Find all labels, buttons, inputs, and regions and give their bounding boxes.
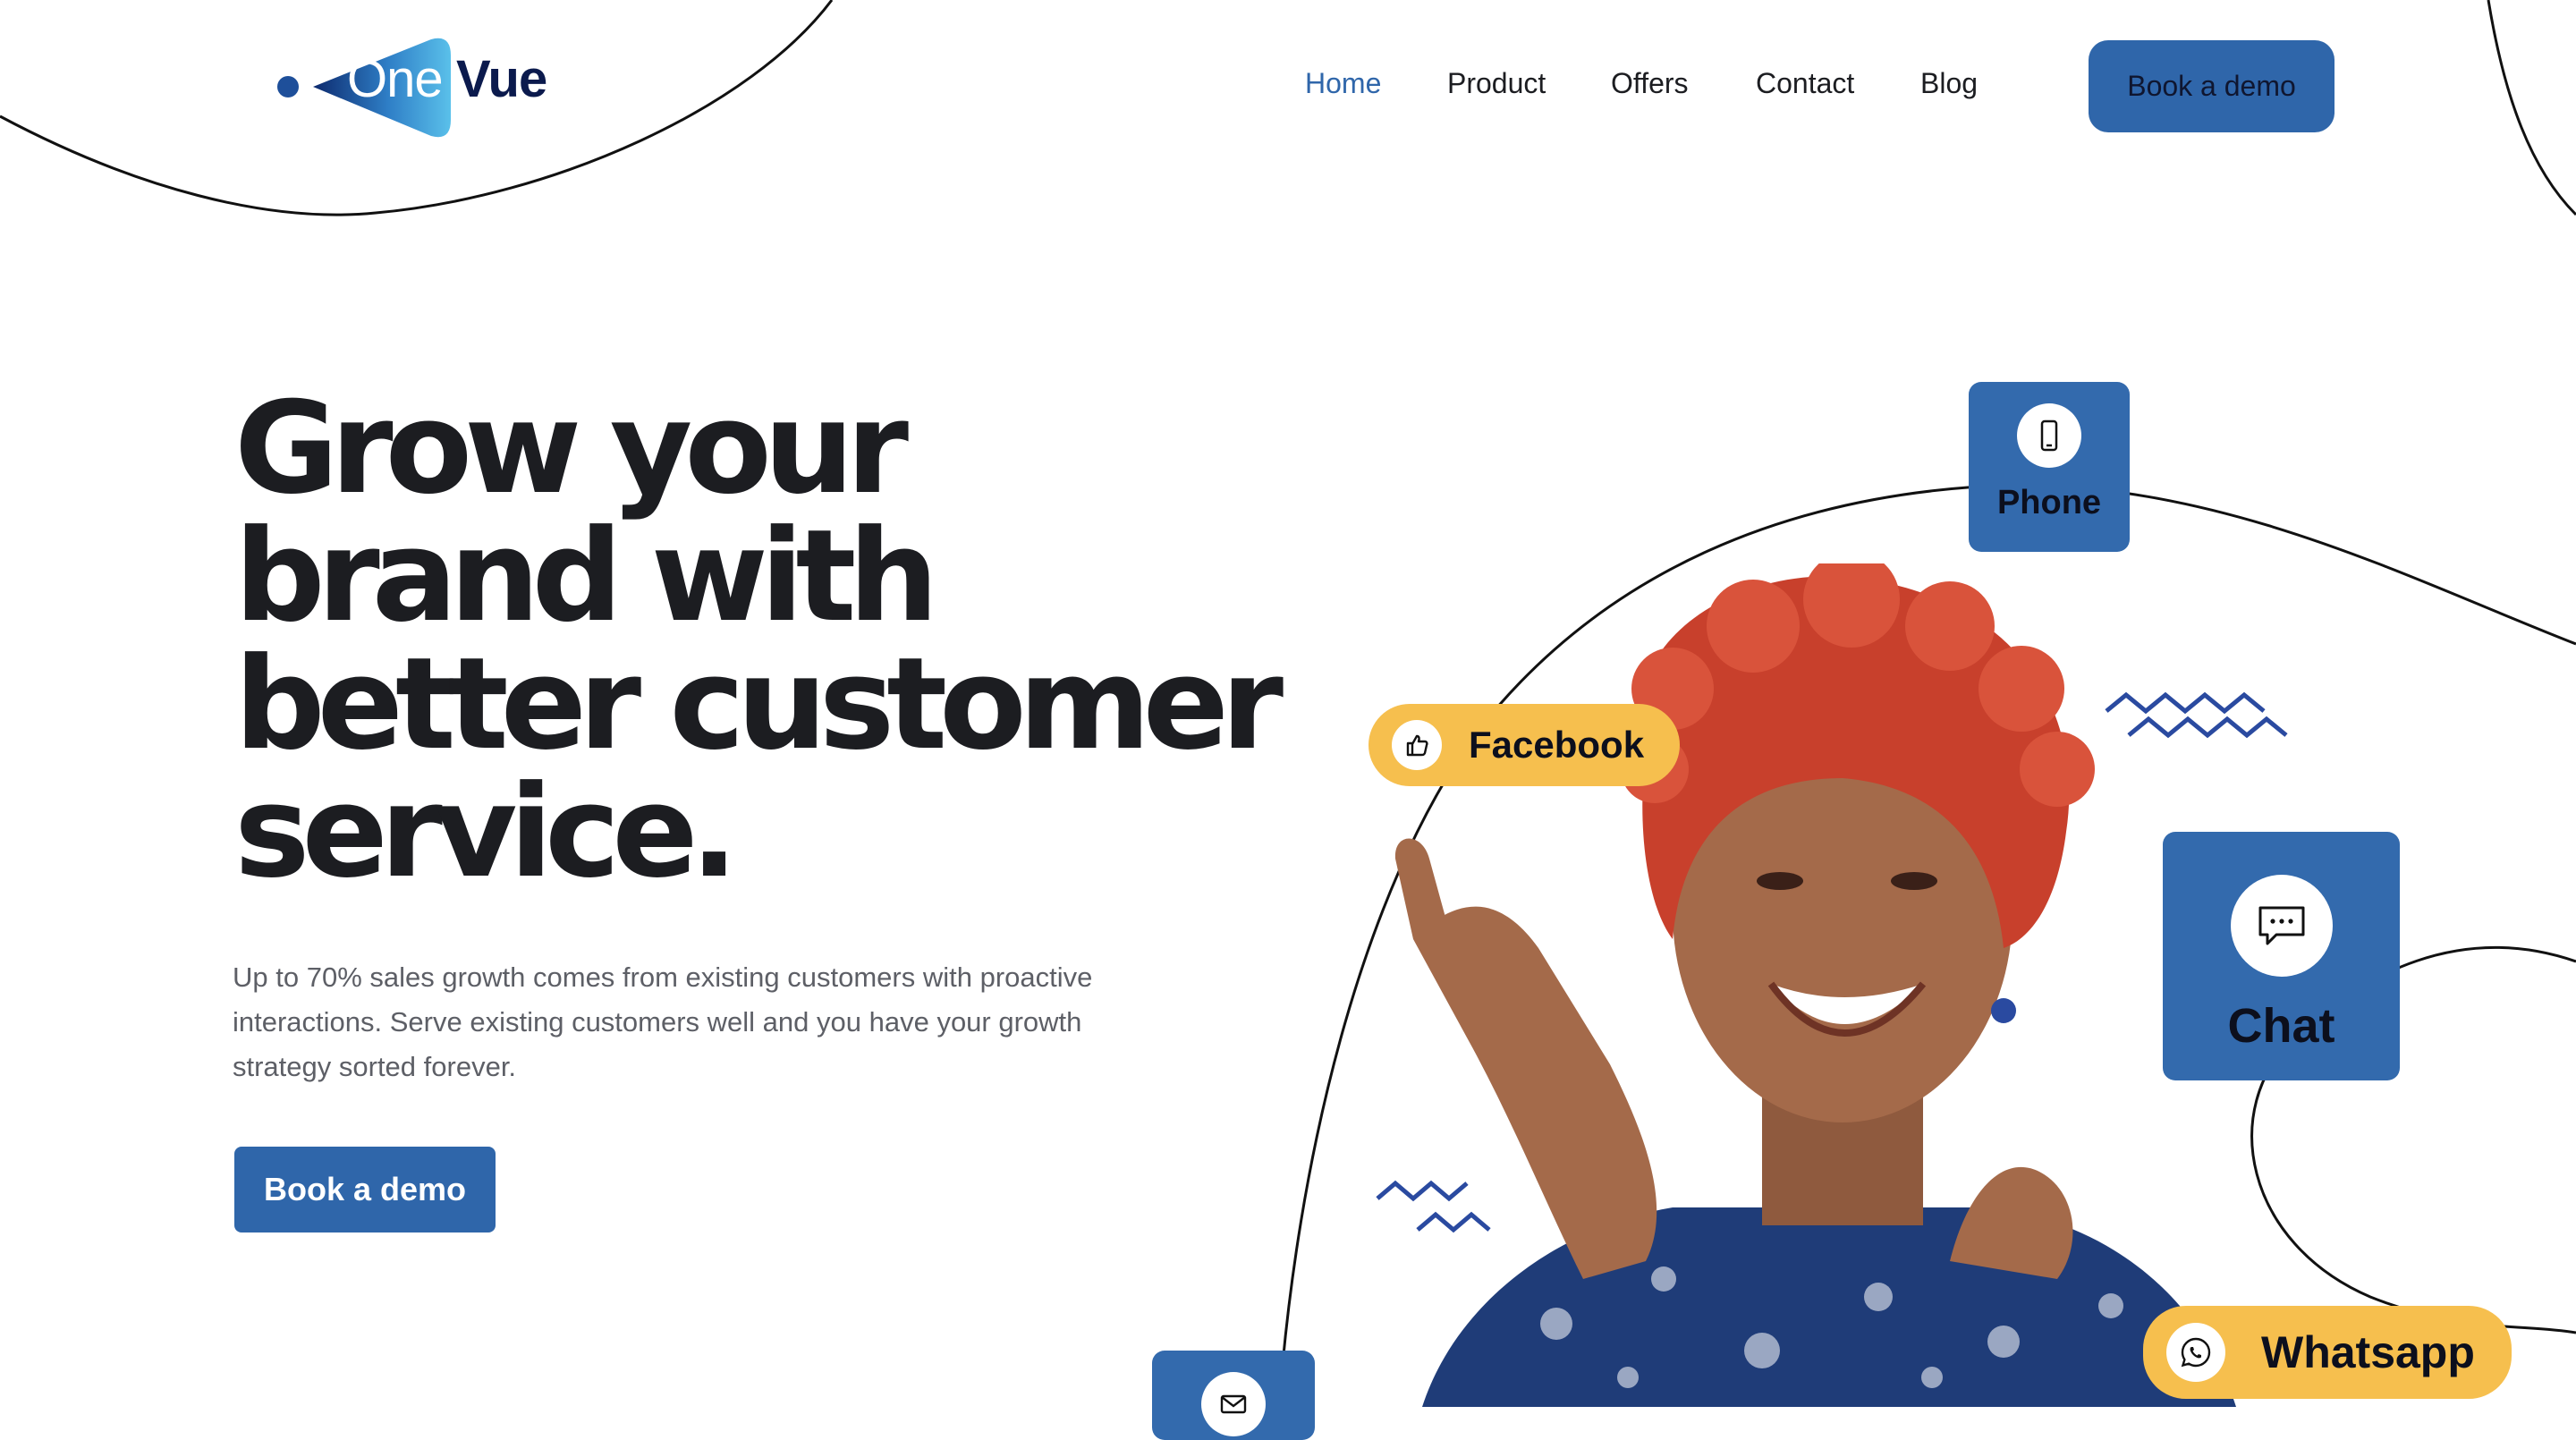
- nav-home[interactable]: Home: [1305, 66, 1381, 100]
- facebook-label: Facebook: [1469, 724, 1645, 766]
- nav-contact[interactable]: Contact: [1756, 66, 1854, 100]
- hero-title: Grow your brand with better customer ser…: [234, 385, 1308, 896]
- nav-offers[interactable]: Offers: [1611, 66, 1689, 100]
- thumbs-up-icon: [1392, 720, 1442, 770]
- nav-blog[interactable]: Blog: [1920, 66, 1978, 100]
- hero-title-line: better customer: [234, 631, 1284, 778]
- hero-title-line: Grow your: [234, 375, 909, 522]
- chat-label: Chat: [2227, 999, 2335, 1053]
- whatsapp-channel-pill[interactable]: Whatsapp: [2143, 1306, 2512, 1399]
- hero-title-line: brand with: [234, 503, 939, 650]
- mail-icon: [1201, 1372, 1266, 1436]
- hero-title-line: service.: [234, 758, 739, 906]
- email-channel-card[interactable]: [1152, 1351, 1315, 1440]
- whatsapp-label: Whatsapp: [2261, 1327, 2475, 1377]
- chat-bubble-icon: [2230, 875, 2333, 977]
- hero-book-demo-button[interactable]: Book a demo: [234, 1147, 496, 1232]
- phone-icon: [2017, 403, 2081, 468]
- chat-channel-card[interactable]: Chat: [2163, 832, 2400, 1080]
- phone-channel-card[interactable]: Phone: [1969, 382, 2130, 552]
- facebook-channel-pill[interactable]: Facebook: [1368, 704, 1680, 786]
- header-book-demo-button[interactable]: Book a demo: [2089, 40, 2334, 132]
- logo-text-one: One: [347, 50, 444, 108]
- whatsapp-icon: [2166, 1323, 2225, 1382]
- hero-subtitle: Up to 70% sales growth comes from existi…: [233, 961, 1093, 1082]
- logo-text-vue: Vue: [456, 50, 547, 108]
- woman-portrait-image: [1394, 563, 2236, 1407]
- phone-label: Phone: [1996, 484, 2102, 521]
- nav-product[interactable]: Product: [1447, 66, 1546, 100]
